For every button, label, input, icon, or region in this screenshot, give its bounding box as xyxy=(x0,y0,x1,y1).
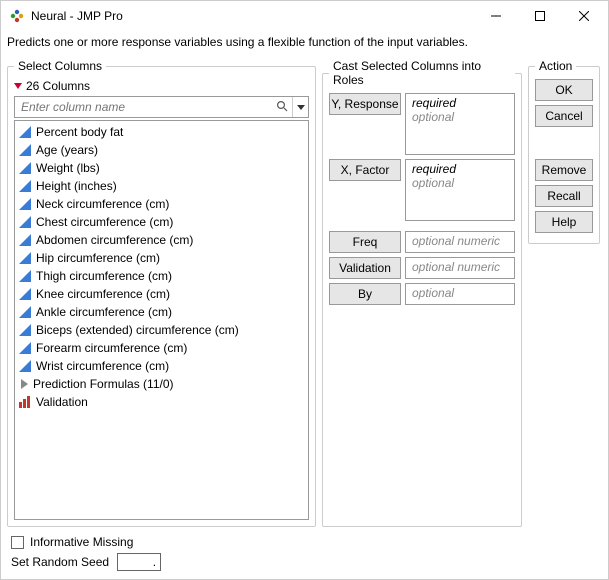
x-factor-button[interactable]: X, Factor xyxy=(329,159,401,181)
column-name: Weight (lbs) xyxy=(36,161,100,175)
column-name: Abdomen circumference (cm) xyxy=(36,233,193,247)
by-box[interactable]: optional xyxy=(405,283,515,305)
optional-text: optional xyxy=(412,176,508,190)
column-name: Validation xyxy=(36,395,88,409)
continuous-icon xyxy=(19,198,31,210)
list-item[interactable]: Ankle circumference (cm) xyxy=(15,303,308,321)
cancel-button[interactable]: Cancel xyxy=(535,105,593,127)
continuous-icon xyxy=(19,126,31,138)
list-item[interactable]: Height (inches) xyxy=(15,177,308,195)
by-button[interactable]: By xyxy=(329,283,401,305)
continuous-icon xyxy=(19,234,31,246)
list-item[interactable]: Biceps (extended) circumference (cm) xyxy=(15,321,308,339)
column-name: Wrist circumference (cm) xyxy=(36,359,169,373)
list-item[interactable]: Forearm circumference (cm) xyxy=(15,339,308,357)
select-columns-group: Select Columns 26 Columns Percent body f… xyxy=(7,59,316,527)
continuous-icon xyxy=(19,288,31,300)
ok-button[interactable]: OK xyxy=(535,79,593,101)
column-name: Forearm circumference (cm) xyxy=(36,341,187,355)
continuous-icon xyxy=(19,180,31,192)
remove-button[interactable]: Remove xyxy=(535,159,593,181)
y-response-box[interactable]: required optional xyxy=(405,93,515,155)
disclosure-triangle-icon[interactable] xyxy=(14,83,22,89)
informative-missing-checkbox[interactable] xyxy=(11,536,24,549)
continuous-icon xyxy=(19,270,31,282)
freq-button[interactable]: Freq xyxy=(329,231,401,253)
validation-button[interactable]: Validation xyxy=(329,257,401,279)
required-text: required xyxy=(412,96,508,110)
select-columns-legend: Select Columns xyxy=(14,59,106,73)
column-name: Ankle circumference (cm) xyxy=(36,305,172,319)
columns-count-label: 26 Columns xyxy=(26,79,90,93)
list-item[interactable]: Validation xyxy=(15,393,308,411)
column-name: Thigh circumference (cm) xyxy=(36,269,172,283)
group-arrow-icon xyxy=(21,379,28,389)
dialog-content: Select Columns 26 Columns Percent body f… xyxy=(1,55,608,535)
search-icon[interactable] xyxy=(272,100,292,115)
column-name: Height (inches) xyxy=(36,179,117,193)
column-name: Chest circumference (cm) xyxy=(36,215,173,229)
close-button[interactable] xyxy=(562,2,606,30)
continuous-icon xyxy=(19,342,31,354)
search-input[interactable] xyxy=(15,100,272,114)
validation-box[interactable]: optional numeric xyxy=(405,257,515,279)
columns-header[interactable]: 26 Columns xyxy=(14,79,309,93)
cast-roles-group: Cast Selected Columns into Roles Y, Resp… xyxy=(322,59,522,527)
column-search[interactable] xyxy=(14,96,309,118)
title-bar[interactable]: Neural - JMP Pro xyxy=(1,1,608,31)
continuous-icon xyxy=(19,162,31,174)
app-icon xyxy=(9,8,25,24)
continuous-icon xyxy=(19,216,31,228)
y-response-button[interactable]: Y, Response xyxy=(329,93,401,115)
window-title: Neural - JMP Pro xyxy=(31,9,474,23)
x-factor-box[interactable]: required optional xyxy=(405,159,515,221)
cast-roles-legend: Cast Selected Columns into Roles xyxy=(329,59,515,87)
optional-text: optional xyxy=(412,110,508,124)
validation-icon xyxy=(19,396,31,408)
column-name: Biceps (extended) circumference (cm) xyxy=(36,323,239,337)
required-text: required xyxy=(412,162,508,176)
freq-box[interactable]: optional numeric xyxy=(405,231,515,253)
list-item[interactable]: Thigh circumference (cm) xyxy=(15,267,308,285)
column-name: Prediction Formulas (11/0) xyxy=(33,377,174,391)
column-name: Knee circumference (cm) xyxy=(36,287,170,301)
help-button[interactable]: Help xyxy=(535,211,593,233)
column-name: Hip circumference (cm) xyxy=(36,251,160,265)
seed-label: Set Random Seed xyxy=(11,555,109,569)
continuous-icon xyxy=(19,360,31,372)
informative-missing-label: Informative Missing xyxy=(30,535,133,549)
maximize-button[interactable] xyxy=(518,2,562,30)
column-name: Percent body fat xyxy=(36,125,123,139)
list-item[interactable]: Abdomen circumference (cm) xyxy=(15,231,308,249)
dialog-window: Neural - JMP Pro Predicts one or more re… xyxy=(0,0,609,580)
continuous-icon xyxy=(19,324,31,336)
continuous-icon xyxy=(19,306,31,318)
list-item[interactable]: Hip circumference (cm) xyxy=(15,249,308,267)
dialog-bottom: Informative Missing Set Random Seed xyxy=(1,535,608,579)
list-item[interactable]: Wrist circumference (cm) xyxy=(15,357,308,375)
list-item[interactable]: Neck circumference (cm) xyxy=(15,195,308,213)
continuous-icon xyxy=(19,144,31,156)
minimize-button[interactable] xyxy=(474,2,518,30)
continuous-icon xyxy=(19,252,31,264)
recall-button[interactable]: Recall xyxy=(535,185,593,207)
list-item[interactable]: Chest circumference (cm) xyxy=(15,213,308,231)
column-name: Neck circumference (cm) xyxy=(36,197,169,211)
list-item[interactable]: Percent body fat xyxy=(15,123,308,141)
search-dropdown[interactable] xyxy=(292,97,308,117)
action-group: Action OK Cancel Remove Recall Help xyxy=(528,59,600,244)
seed-input[interactable] xyxy=(117,553,161,571)
list-item[interactable]: Prediction Formulas (11/0) xyxy=(15,375,308,393)
action-legend: Action xyxy=(535,59,576,73)
dialog-description: Predicts one or more response variables … xyxy=(1,31,608,55)
list-item[interactable]: Weight (lbs) xyxy=(15,159,308,177)
chevron-down-icon xyxy=(297,105,305,110)
columns-list[interactable]: Percent body fat Age (years) Weight (lbs) H… xyxy=(14,120,309,520)
list-item[interactable]: Knee circumference (cm) xyxy=(15,285,308,303)
list-item[interactable]: Age (years) xyxy=(15,141,308,159)
column-name: Age (years) xyxy=(36,143,98,157)
